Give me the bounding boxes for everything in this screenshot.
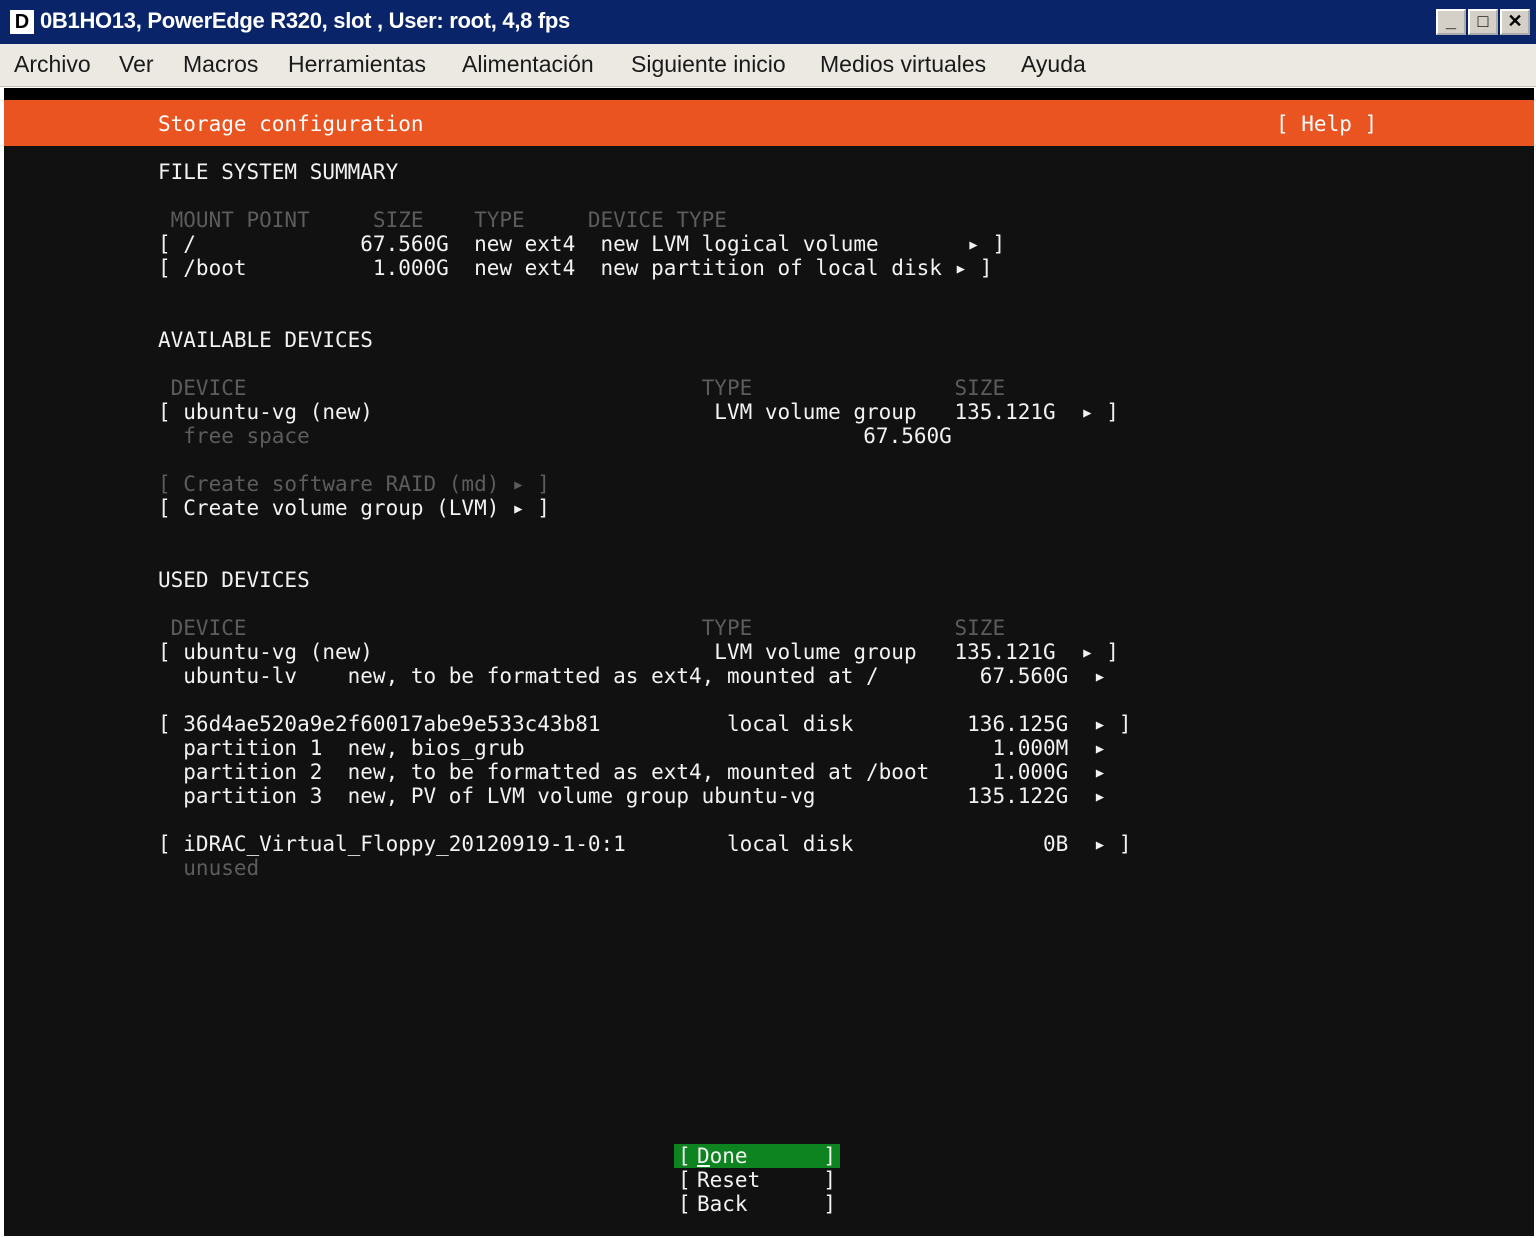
close-icon[interactable]: ✕ bbox=[1500, 9, 1530, 35]
available-table-header: DEVICE TYPE SIZE bbox=[158, 376, 1006, 400]
used-row-unused: unused bbox=[158, 856, 260, 880]
menu-ver[interactable]: Ver bbox=[119, 51, 154, 78]
minimize-icon[interactable]: _ bbox=[1436, 9, 1466, 35]
window-title-bar: D 0B1HO13, PowerEdge R320, slot , User: … bbox=[0, 0, 1536, 44]
available-devices-heading: AVAILABLE DEVICES bbox=[158, 328, 373, 352]
free-space-size: 67.560G bbox=[838, 424, 952, 448]
menu-ayuda[interactable]: Ayuda bbox=[1021, 51, 1086, 78]
fs-summary-heading: FILE SYSTEM SUMMARY bbox=[158, 160, 399, 184]
used-row-partition-1[interactable]: partition 1 new, bios_grub 1.000M ▸ bbox=[158, 736, 1106, 760]
screen-title: Storage configuration bbox=[158, 112, 424, 136]
reset-label: Reset bbox=[697, 1168, 761, 1192]
maximize-icon[interactable]: □ bbox=[1468, 9, 1498, 35]
used-row-ubuntu-vg[interactable]: [ ubuntu-vg (new) LVM volume group 135.1… bbox=[158, 640, 1119, 664]
app-icon: D bbox=[10, 10, 34, 34]
create-lvm-button[interactable]: [ Create volume group (LVM) ▸ ] bbox=[158, 496, 550, 520]
done-button[interactable]: [Done] bbox=[674, 1144, 840, 1168]
window-controls: _ □ ✕ bbox=[1436, 9, 1530, 35]
fs-table-header: MOUNT POINT SIZE TYPE DEVICE TYPE bbox=[158, 208, 727, 232]
used-row-virtual-floppy[interactable]: [ iDRAC_Virtual_Floppy_20120919-1-0:1 lo… bbox=[158, 832, 1132, 856]
used-table-header: DEVICE TYPE SIZE bbox=[158, 616, 1006, 640]
fs-row-boot[interactable]: [ /boot 1.000G new ext4 new partition of… bbox=[158, 256, 992, 280]
used-row-local-disk[interactable]: [ 36d4ae520a9e2f60017abe9e533c43b81 loca… bbox=[158, 712, 1132, 736]
menu-medios-virtuales[interactable]: Medios virtuales bbox=[820, 51, 986, 78]
used-row-ubuntu-lv[interactable]: ubuntu-lv new, to be formatted as ext4, … bbox=[158, 664, 1106, 688]
create-raid-button: [ Create software RAID (md) ▸ ] bbox=[158, 472, 550, 496]
menu-alimentacion[interactable]: Alimentación bbox=[462, 51, 594, 78]
used-row-partition-3[interactable]: partition 3 new, PV of LVM volume group … bbox=[158, 784, 1106, 808]
help-button[interactable]: [ Help ] bbox=[1276, 112, 1377, 136]
menu-macros[interactable]: Macros bbox=[183, 51, 258, 78]
reset-button[interactable]: [Reset] bbox=[674, 1168, 840, 1192]
menu-herramientas[interactable]: Herramientas bbox=[288, 51, 426, 78]
fs-row-root[interactable]: [ / 67.560G new ext4 new LVM logical vol… bbox=[158, 232, 1005, 256]
text-cursor bbox=[697, 1165, 710, 1167]
available-row-free-space: free space bbox=[158, 424, 310, 448]
back-button[interactable]: [Back] bbox=[674, 1192, 840, 1216]
used-row-partition-2[interactable]: partition 2 new, to be formatted as ext4… bbox=[158, 760, 1106, 784]
menu-bar: Archivo Ver Macros Herramientas Alimenta… bbox=[0, 44, 1536, 87]
used-devices-heading: USED DEVICES bbox=[158, 568, 310, 592]
back-label: Back bbox=[697, 1192, 748, 1216]
window-title: 0B1HO13, PowerEdge R320, slot , User: ro… bbox=[40, 8, 570, 33]
menu-archivo[interactable]: Archivo bbox=[14, 51, 91, 78]
menu-siguiente-inicio[interactable]: Siguiente inicio bbox=[631, 51, 786, 78]
available-row-ubuntu-vg[interactable]: [ ubuntu-vg (new) LVM volume group 135.1… bbox=[158, 400, 1119, 424]
